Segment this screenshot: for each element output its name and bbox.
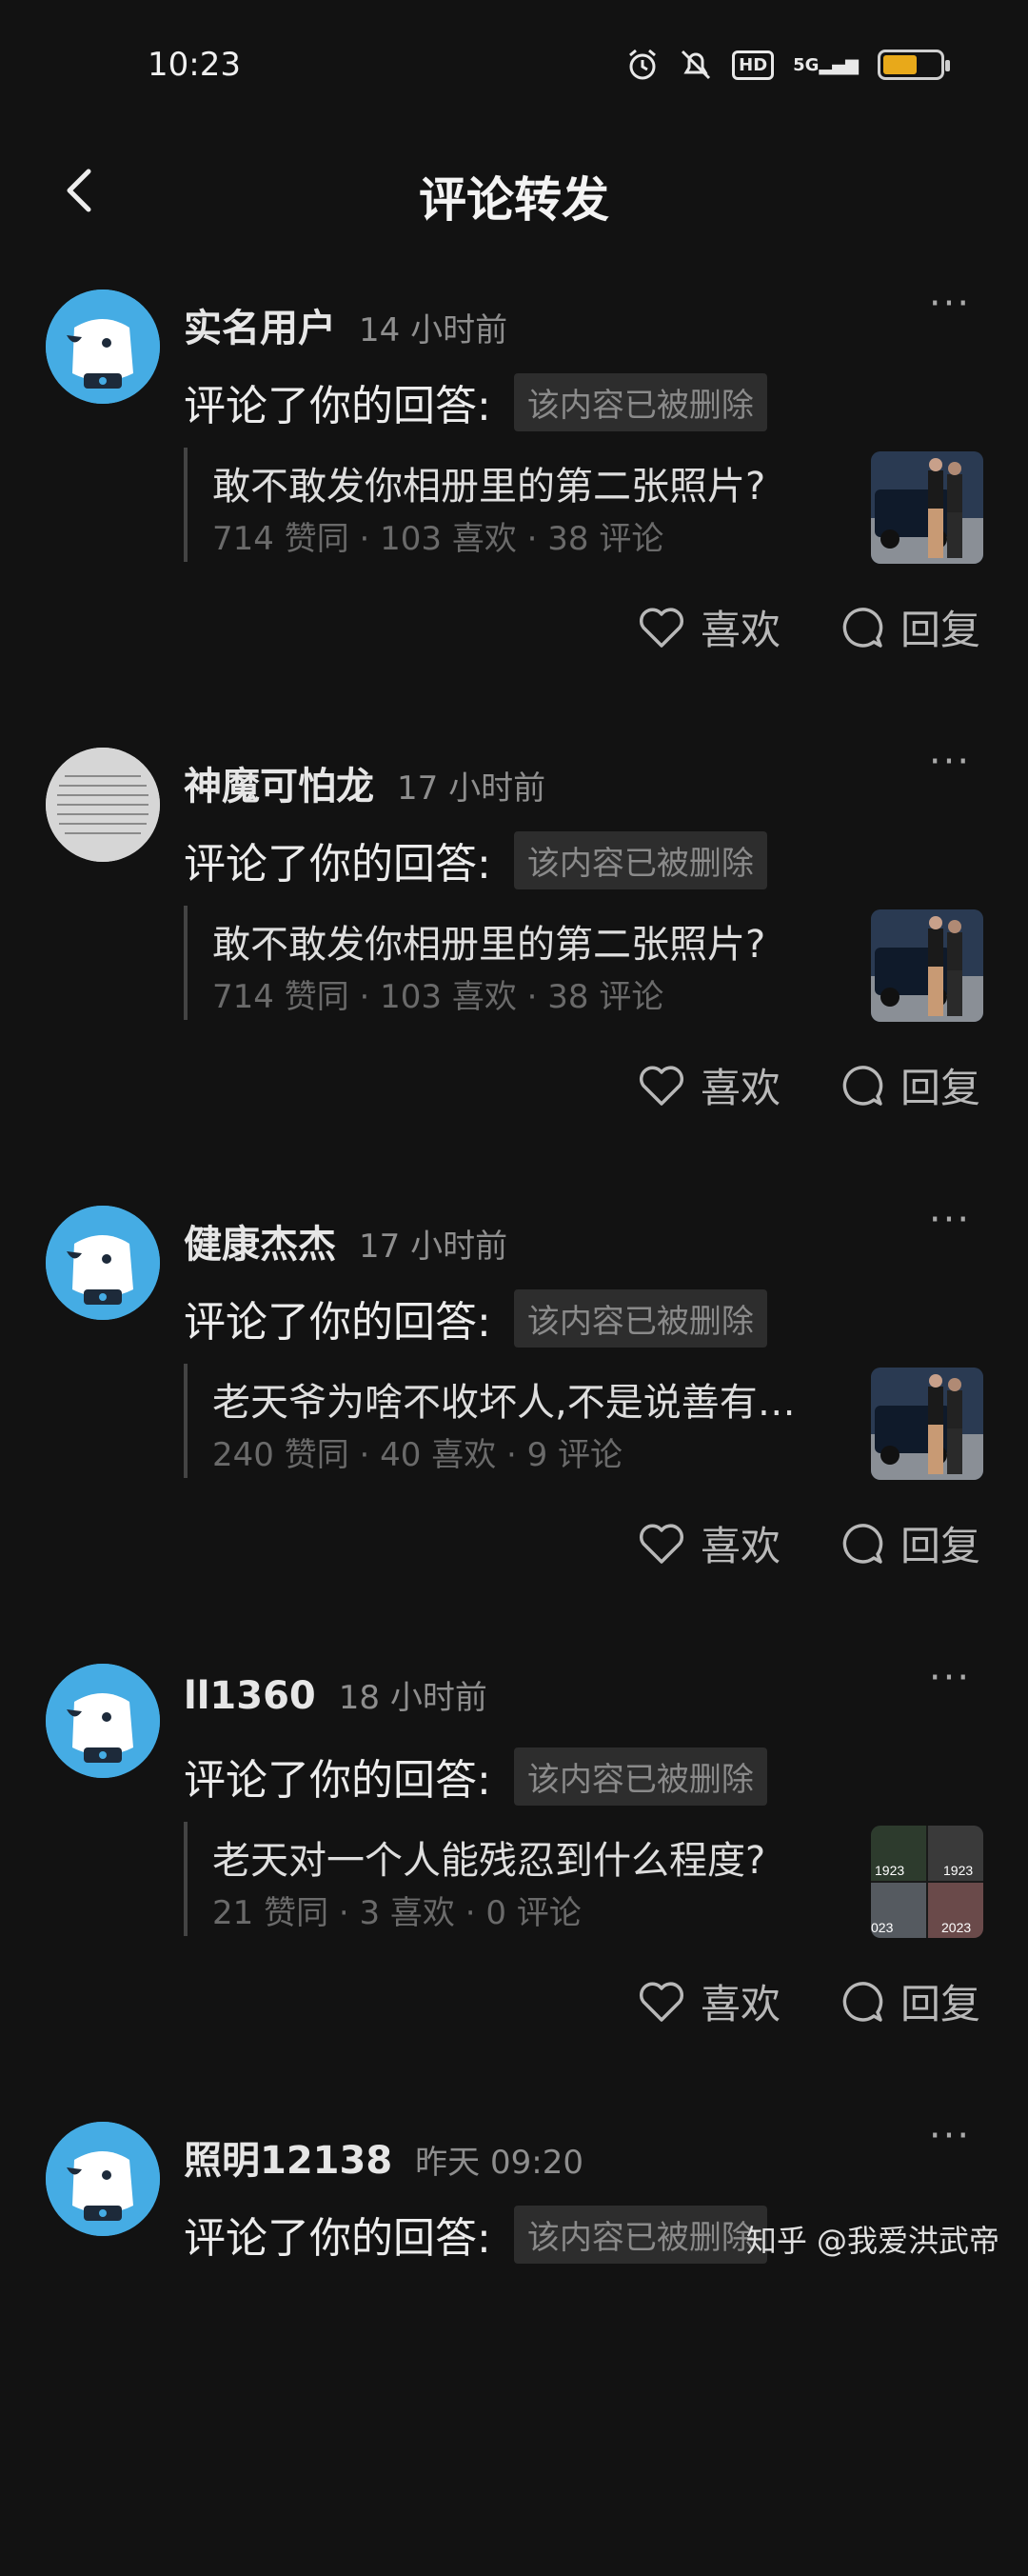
reply-label: 回复 xyxy=(900,1065,980,1111)
dog-avatar[interactable] xyxy=(46,1664,160,1778)
more-icon[interactable]: ··· xyxy=(923,1659,977,1702)
username[interactable]: 照明12138 xyxy=(184,2129,392,2185)
username[interactable]: 实名用户 xyxy=(184,297,336,352)
quoted-question-title: 老天对一个人能残忍到什么程度? xyxy=(212,1839,766,1883)
username[interactable]: ll1360 xyxy=(184,1674,316,1718)
reply-button[interactable]: 回复 xyxy=(836,1056,980,1114)
reply-label: 回复 xyxy=(900,1981,980,2027)
like-button[interactable]: 喜欢 xyxy=(636,1972,781,2030)
quoted-answer-card[interactable]: 老天爷为啥不收坏人,不是说善有… 240 赞同 · 40 喜欢 · 9 评论 xyxy=(184,1364,983,1480)
thumb-year-label: 1923 xyxy=(943,1863,973,1878)
status-time: 10:23 xyxy=(148,46,241,84)
text-avatar[interactable] xyxy=(46,748,160,862)
alarm-icon xyxy=(629,49,657,80)
quoted-answer-card[interactable]: 敢不敢发你相册里的第二张照片? 714 赞同 · 103 喜欢 · 38 评论 xyxy=(184,448,983,564)
like-button[interactable]: 喜欢 xyxy=(636,1056,781,1114)
deleted-content-tag: 该内容已被删除 xyxy=(513,2205,767,2264)
comment-bubble-icon xyxy=(842,1981,883,2022)
thumb-year-label: 023 xyxy=(871,1920,894,1935)
action-text: 评论了你的回答: xyxy=(184,1298,491,1347)
username[interactable]: 健康杰杰 xyxy=(184,1213,336,1268)
deleted-content-tag: 该内容已被删除 xyxy=(513,1288,767,1348)
heart-icon xyxy=(639,1065,683,1106)
reply-button[interactable]: 回复 xyxy=(836,598,980,656)
quoted-stats: 240 赞同 · 40 喜欢 · 9 评论 xyxy=(212,1436,623,1474)
deleted-content-tag: 该内容已被删除 xyxy=(513,372,767,431)
car-photo-thumbnail xyxy=(871,909,983,1022)
quoted-stats: 714 赞同 · 103 喜欢 · 38 评论 xyxy=(212,978,664,1016)
status-icons: HD 5G▂▄▆ xyxy=(625,48,950,82)
notification-item: 照明12138 昨天 09:20 ··· 评论了你的回答: 该内容已被删除 xyxy=(0,2117,1028,2576)
status-bar: 10:23 HD 5G▂▄▆ xyxy=(0,0,1028,133)
like-label: 喜欢 xyxy=(700,1523,781,1569)
timestamp: 14 小时前 xyxy=(359,311,508,349)
notification-item: 神魔可怕龙 17 小时前 ··· 评论了你的回答: 该内容已被删除 敢不敢发你相… xyxy=(0,743,1028,1202)
quoted-question-title: 老天爷为啥不收坏人,不是说善有… xyxy=(212,1381,796,1425)
comment-bubble-icon xyxy=(842,1523,883,1564)
like-label: 喜欢 xyxy=(700,1981,781,2027)
dog-avatar[interactable] xyxy=(46,2122,160,2236)
battery-icon xyxy=(878,50,950,80)
reply-label: 回复 xyxy=(900,607,980,653)
thumb-year-label: 1923 xyxy=(875,1863,904,1878)
deleted-content-tag: 该内容已被删除 xyxy=(513,1747,767,1806)
dog-avatar[interactable] xyxy=(46,1206,160,1320)
action-text: 评论了你的回答: xyxy=(184,2214,491,2263)
more-icon[interactable]: ··· xyxy=(923,743,977,786)
comment-bubble-icon xyxy=(842,1065,883,1106)
notification-item: ll1360 18 小时前 ··· 评论了你的回答: 该内容已被删除 老天对一个… xyxy=(0,1659,1028,2118)
quoted-answer-card[interactable]: 老天对一个人能残忍到什么程度? 21 赞同 · 3 喜欢 · 0 评论 1923… xyxy=(184,1822,983,1938)
quoted-question-title: 敢不敢发你相册里的第二张照片? xyxy=(212,923,766,967)
action-text: 评论了你的回答: xyxy=(184,840,491,889)
notification-item: 健康杰杰 17 小时前 ··· 评论了你的回答: 该内容已被删除 老天爷为啥不收… xyxy=(0,1201,1028,1660)
timestamp: 17 小时前 xyxy=(359,1228,508,1266)
nav-bar: 评论转发 xyxy=(0,143,1028,238)
notification-item: 实名用户 14 小时前 ··· 评论了你的回答: 该内容已被删除 敢不敢发你相册… xyxy=(0,285,1028,744)
more-icon[interactable]: ··· xyxy=(923,1201,977,1244)
hd-badge: HD xyxy=(732,50,775,80)
collage-photo-thumbnail: 1923 1923 023 2023 xyxy=(871,1826,983,1938)
signal-icon: 5G▂▄▆ xyxy=(793,54,859,75)
timestamp: 昨天 09:20 xyxy=(415,2144,583,2182)
more-icon[interactable]: ··· xyxy=(923,285,977,328)
quoted-stats: 714 赞同 · 103 喜欢 · 38 评论 xyxy=(212,520,664,558)
car-photo-thumbnail xyxy=(871,451,983,564)
watermark: 知乎 @我爱洪武帝 xyxy=(745,2223,999,2259)
page-title: 评论转发 xyxy=(419,172,609,228)
reply-button[interactable]: 回复 xyxy=(836,1514,980,1572)
quoted-stats: 21 赞同 · 3 喜欢 · 0 评论 xyxy=(212,1894,582,1932)
dog-avatar[interactable] xyxy=(46,290,160,404)
more-icon[interactable]: ··· xyxy=(923,2117,977,2160)
deleted-content-tag: 该内容已被删除 xyxy=(513,830,767,889)
like-label: 喜欢 xyxy=(700,1065,781,1111)
reply-label: 回复 xyxy=(900,1523,980,1569)
heart-icon xyxy=(639,607,683,648)
timestamp: 18 小时前 xyxy=(338,1679,487,1717)
reply-button[interactable]: 回复 xyxy=(836,1972,980,2030)
thumb-year-label: 2023 xyxy=(941,1920,971,1935)
quoted-answer-card[interactable]: 敢不敢发你相册里的第二张照片? 714 赞同 · 103 喜欢 · 38 评论 xyxy=(184,906,983,1022)
heart-icon xyxy=(639,1523,683,1564)
quoted-question-title: 敢不敢发你相册里的第二张照片? xyxy=(212,465,766,509)
heart-icon xyxy=(639,1981,683,2022)
mute-icon xyxy=(682,50,711,80)
like-button[interactable]: 喜欢 xyxy=(636,598,781,656)
timestamp: 17 小时前 xyxy=(397,769,546,808)
comment-bubble-icon xyxy=(842,607,883,648)
like-button[interactable]: 喜欢 xyxy=(636,1514,781,1572)
car-photo-thumbnail xyxy=(871,1368,983,1480)
action-text: 评论了你的回答: xyxy=(184,382,491,430)
like-label: 喜欢 xyxy=(700,607,781,653)
action-text: 评论了你的回答: xyxy=(184,1756,491,1805)
signal-label: 5G xyxy=(793,54,820,75)
username[interactable]: 神魔可怕龙 xyxy=(184,755,374,810)
